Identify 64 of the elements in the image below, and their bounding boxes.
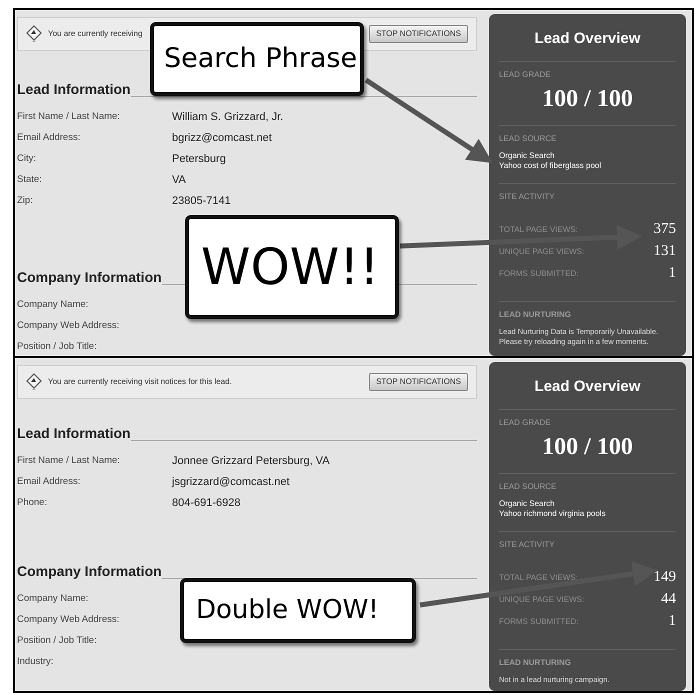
field-value: VA — [172, 173, 186, 188]
diamond-sign-icon — [26, 25, 42, 43]
stat-label: UNIQUE PAGE VIEWS: — [499, 246, 584, 258]
diamond-sign-icon — [26, 373, 42, 391]
stop-notifications-button[interactable]: STOP NOTIFICATIONS — [369, 373, 468, 391]
field-label: First Name / Last Name: — [17, 454, 121, 468]
field-label: Company Web Address: — [17, 319, 120, 334]
section-heading: Company Information — [17, 562, 162, 581]
lead-source-text: Organic Search — [499, 498, 556, 508]
stat-value: 375 — [654, 220, 676, 240]
section-label: SITE ACTIVITY — [499, 190, 556, 202]
lead-grade: 100 / 100 — [499, 428, 676, 474]
stat-value: 1 — [668, 264, 676, 284]
callout-label: Double WOW! — [180, 578, 416, 643]
field-label: Company Name: — [17, 298, 90, 312]
stat-value: 131 — [654, 242, 676, 262]
field-label: Company Web Address: — [17, 613, 120, 628]
section-label: LEAD NURTURING — [499, 308, 572, 320]
field-label: Phone: — [17, 496, 48, 510]
notification-text: You are currently receiving visit notices for this lead. — [48, 376, 232, 388]
stat-label: TOTAL PAGE VIEWS: — [499, 572, 578, 584]
section-heading: Lead Information — [17, 424, 131, 443]
stat-label: FORMS SUBMITTED: — [499, 616, 579, 628]
field-label: Company Name: — [17, 592, 90, 606]
field-label: Industry: — [17, 655, 54, 670]
section-label: LEAD NURTURING — [499, 656, 572, 668]
field-label: State: — [17, 173, 43, 188]
field-label: First Name / Last Name: — [17, 110, 121, 124]
stat-label: UNIQUE PAGE VIEWS: — [499, 594, 584, 606]
notification-text: You are currently receiving — [48, 28, 142, 40]
lead-grade: 100 / 100 — [499, 80, 676, 126]
panel-title: Lead Overview — [499, 28, 676, 62]
lead-source-text: Yahoo richmond virginia pools — [499, 508, 607, 518]
section-label: LEAD SOURCE — [499, 480, 558, 492]
section-label: LEAD SOURCE — [499, 132, 558, 144]
field-label: Zip: — [17, 194, 34, 208]
stat-value: 149 — [654, 568, 676, 588]
field-value: 23805-7141 — [172, 194, 231, 210]
stat-label: FORMS SUBMITTED: — [499, 268, 579, 280]
callout-label: WOW!! — [185, 215, 399, 319]
section-label: SITE ACTIVITY — [499, 538, 556, 550]
field-label: Position / Job Title: — [17, 340, 98, 354]
callout-label: Search Phrase — [150, 22, 364, 96]
lead-source-text: Yahoo cost of fiberglass pool — [499, 160, 602, 170]
field-label: Position / Job Title: — [17, 634, 98, 648]
stop-notifications-button[interactable]: STOP NOTIFICATIONS — [369, 25, 468, 43]
field-value: bgrizz@comcast.net — [172, 131, 272, 146]
section-label: LEAD GRADE — [499, 68, 552, 80]
field-label: City: — [17, 152, 37, 166]
lead-source-text: Organic Search — [499, 150, 556, 160]
panel-title: Lead Overview — [499, 376, 676, 410]
section-label: LEAD GRADE — [499, 416, 552, 428]
stat-value: 44 — [661, 590, 676, 610]
field-label: Email Address: — [17, 131, 82, 146]
stat-label: TOTAL PAGE VIEWS: — [499, 224, 578, 236]
section-heading: Lead Information — [17, 80, 131, 99]
field-value: jsgrizzard@comcast.net — [172, 475, 290, 490]
field-value: Petersburg — [172, 152, 226, 168]
section-heading: Company Information — [17, 268, 162, 287]
field-value: William S. Grizzard, Jr. — [172, 110, 284, 126]
field-label: Email Address: — [17, 475, 82, 490]
field-value: 804-691-6928 — [172, 496, 241, 512]
field-value: Jonnee Grizzard Petersburg, VA — [172, 454, 330, 470]
stat-value: 1 — [668, 612, 676, 632]
